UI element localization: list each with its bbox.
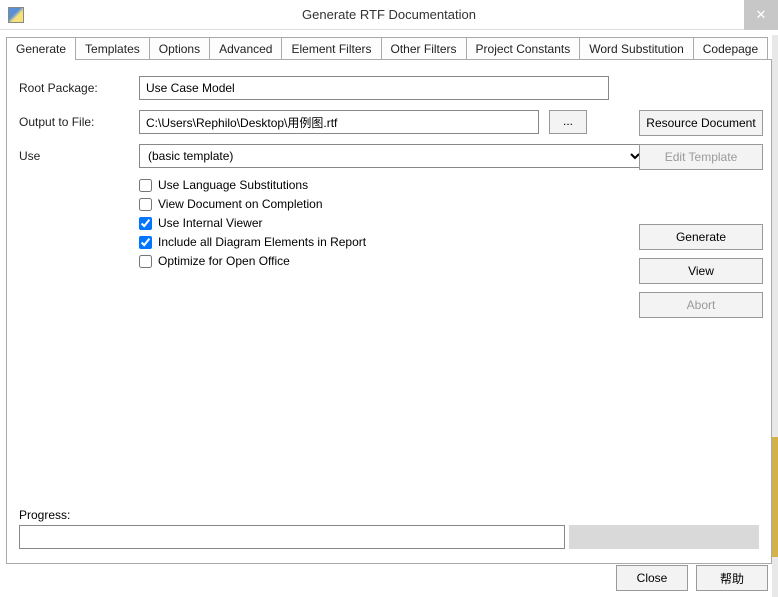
close-button[interactable]: Close: [616, 565, 688, 591]
tab-templates[interactable]: Templates: [75, 37, 150, 60]
window-title: Generate RTF Documentation: [0, 7, 778, 22]
root-package-input[interactable]: [139, 76, 609, 100]
use-internal-viewer-label: Use Internal Viewer: [158, 216, 263, 230]
tab-generate[interactable]: Generate: [6, 37, 76, 60]
use-label: Use: [19, 149, 139, 163]
tab-other-filters[interactable]: Other Filters: [381, 37, 467, 60]
abort-button: Abort: [639, 292, 763, 318]
tab-options[interactable]: Options: [149, 37, 210, 60]
include-diagram-label: Include all Diagram Elements in Report: [158, 235, 366, 249]
progress-label: Progress:: [19, 508, 759, 522]
app-icon: [8, 7, 24, 23]
tab-element-filters[interactable]: Element Filters: [281, 37, 381, 60]
optimize-open-office-label: Optimize for Open Office: [158, 254, 290, 268]
output-file-label: Output to File:: [19, 115, 139, 129]
use-language-substitutions-checkbox[interactable]: [139, 179, 152, 192]
optimize-open-office-checkbox[interactable]: [139, 255, 152, 268]
include-diagram-checkbox[interactable]: [139, 236, 152, 249]
use-language-substitutions-label: Use Language Substitutions: [158, 178, 308, 192]
progress-bar: [19, 525, 565, 549]
close-icon[interactable]: ✕: [744, 0, 778, 30]
help-button[interactable]: 帮助: [696, 565, 768, 591]
titlebar: Generate RTF Documentation ✕: [0, 0, 778, 30]
template-select[interactable]: (basic template): [139, 144, 644, 168]
browse-button[interactable]: ...: [549, 110, 587, 134]
use-internal-viewer-checkbox[interactable]: [139, 217, 152, 230]
generate-button[interactable]: Generate: [639, 224, 763, 250]
tab-project-constants[interactable]: Project Constants: [466, 37, 581, 60]
output-file-input[interactable]: [139, 110, 539, 134]
tabstrip: Generate Templates Options Advanced Elem…: [6, 37, 772, 60]
progress-status-box: [569, 525, 759, 549]
tab-advanced[interactable]: Advanced: [209, 37, 282, 60]
scrollbar-track[interactable]: [772, 35, 778, 597]
view-on-completion-label: View Document on Completion: [158, 197, 323, 211]
scrollbar-thumb[interactable]: [772, 437, 778, 557]
root-package-label: Root Package:: [19, 81, 139, 95]
tab-panel-generate: Root Package: Output to File: ... Use (b…: [6, 59, 772, 564]
view-button[interactable]: View: [639, 258, 763, 284]
tab-word-substitution[interactable]: Word Substitution: [579, 37, 694, 60]
tab-codepage[interactable]: Codepage: [693, 37, 768, 60]
edit-template-button: Edit Template: [639, 144, 763, 170]
resource-document-button[interactable]: Resource Document: [639, 110, 763, 136]
view-on-completion-checkbox[interactable]: [139, 198, 152, 211]
